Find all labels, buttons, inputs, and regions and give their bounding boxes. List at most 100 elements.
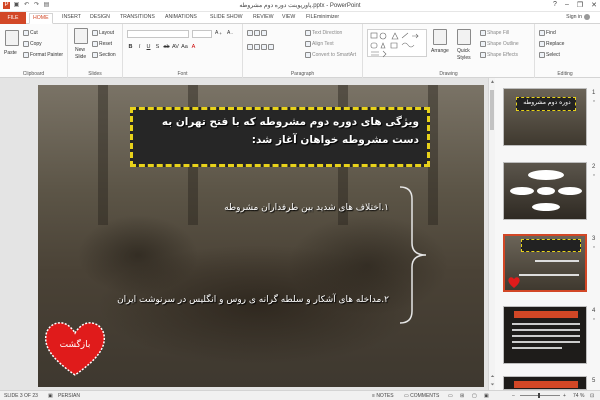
align-buttons[interactable] bbox=[247, 44, 274, 50]
font-color-button[interactable]: A bbox=[190, 44, 197, 50]
back-button-label[interactable]: بازگشت bbox=[42, 340, 108, 350]
slides-group: New Slide Layout Reset Section Slides bbox=[68, 24, 123, 78]
sign-in-label[interactable]: Sign in bbox=[566, 14, 582, 20]
slideshow-icon[interactable]: ▣ bbox=[484, 393, 489, 399]
convert-smartart-button[interactable]: Convert to SmartArt bbox=[305, 52, 356, 58]
section-button[interactable]: Section bbox=[92, 52, 116, 58]
new-slide-label-1[interactable]: New bbox=[75, 47, 85, 53]
restore-icon[interactable]: ❐ bbox=[577, 1, 583, 9]
cut-button[interactable]: Cut bbox=[23, 30, 38, 36]
slide-thumbnail-3[interactable] bbox=[503, 234, 587, 292]
strikethrough-button[interactable]: ab bbox=[163, 44, 170, 50]
find-button[interactable]: Find bbox=[539, 30, 556, 36]
font-size-dropdown[interactable] bbox=[192, 30, 212, 38]
thumb-number: 3 bbox=[592, 236, 596, 242]
arrange-label[interactable]: Arrange bbox=[431, 48, 449, 54]
arrange-icon[interactable] bbox=[433, 29, 447, 45]
bold-button[interactable]: B bbox=[127, 44, 134, 50]
slide-thumbnail-4[interactable] bbox=[503, 306, 587, 364]
zoom-out-icon[interactable]: – bbox=[512, 393, 515, 399]
grow-font-icon[interactable]: A + bbox=[215, 30, 222, 36]
slide-title-box[interactable]: ویژگی های دوره دوم مشروطه که با فتح تهرا… bbox=[130, 107, 430, 167]
quick-styles-label-2[interactable]: Styles bbox=[457, 55, 471, 61]
quick-styles-icon[interactable] bbox=[457, 29, 471, 45]
help-icon[interactable]: ? bbox=[553, 1, 557, 9]
shape-effects-button[interactable]: Shape Effects bbox=[480, 52, 518, 58]
slide-thumbnail-1[interactable]: دوره دوم مشروطه bbox=[503, 88, 587, 146]
paste-icon[interactable] bbox=[5, 30, 19, 46]
zoom-level[interactable]: 74 % bbox=[573, 393, 584, 399]
tab-slide-show[interactable]: SLIDE SHOW bbox=[210, 14, 243, 20]
shadow-button[interactable]: S bbox=[154, 44, 161, 50]
bullets-icon bbox=[247, 30, 253, 36]
language-indicator[interactable]: PERSIAN bbox=[58, 393, 80, 399]
new-slide-icon[interactable] bbox=[74, 28, 88, 44]
slide-thumbnail-2[interactable] bbox=[503, 162, 587, 220]
tab-transitions[interactable]: TRANSITIONS bbox=[120, 14, 155, 20]
search-icon bbox=[539, 30, 545, 36]
slide-canvas[interactable]: ویژگی های دوره دوم مشروطه که با فتح تهرا… bbox=[38, 85, 484, 387]
reading-view-icon[interactable]: ▢ bbox=[472, 393, 477, 399]
shrink-font-icon[interactable]: A- bbox=[227, 30, 233, 36]
minimize-icon[interactable]: – bbox=[565, 1, 569, 9]
slide-thumbnail-5[interactable] bbox=[503, 376, 587, 390]
notes-label: NOTES bbox=[376, 393, 394, 399]
sign-in[interactable]: Sign in bbox=[566, 14, 590, 20]
copy-button[interactable]: Copy bbox=[23, 41, 42, 47]
text-direction-label: Text Direction bbox=[312, 30, 343, 36]
drawing-group: Arrange Quick Styles Shape Fill Shape Ou… bbox=[363, 24, 535, 78]
change-case-button[interactable]: Aa bbox=[181, 44, 188, 50]
slide-point-1[interactable]: ۱.اختلاف های شدید بین طرفداران مشروطه bbox=[224, 203, 389, 213]
shapes-gallery[interactable] bbox=[367, 29, 427, 58]
layout-button[interactable]: Layout bbox=[92, 30, 114, 36]
layout-icon bbox=[92, 30, 98, 36]
paste-button[interactable]: Paste bbox=[4, 50, 17, 56]
paragraph-label: Paragraph bbox=[290, 71, 315, 77]
shape-outline-label: Shape Outline bbox=[487, 41, 519, 47]
zoom-slider-knob[interactable] bbox=[538, 393, 540, 398]
spellcheck-icon[interactable]: ▣ bbox=[48, 393, 53, 399]
shape-fill-button[interactable]: Shape Fill bbox=[480, 30, 509, 36]
spacing-button[interactable]: AV bbox=[172, 44, 179, 50]
thumb-number: 1 bbox=[592, 90, 596, 96]
slide-sorter-icon[interactable]: ⊞ bbox=[460, 393, 464, 399]
shape-outline-button[interactable]: Shape Outline bbox=[480, 41, 519, 47]
vertical-scrollbar[interactable]: ▲ ⏶ ⏷ bbox=[488, 78, 495, 390]
quick-styles-label-1[interactable]: Quick bbox=[457, 48, 470, 54]
replace-button[interactable]: Replace bbox=[539, 41, 564, 47]
close-icon[interactable]: ✕ bbox=[591, 1, 597, 9]
slides-label: Slides bbox=[88, 71, 102, 77]
text-direction-button[interactable]: Text Direction bbox=[305, 30, 342, 36]
italic-button[interactable]: I bbox=[136, 44, 143, 50]
shapes-icon bbox=[370, 32, 419, 58]
zoom-in-icon[interactable]: + bbox=[563, 393, 566, 399]
font-group: A + A- B I U S ab AV Aa A Font bbox=[123, 24, 243, 78]
tab-review[interactable]: REVIEW bbox=[253, 14, 273, 20]
new-slide-label-2[interactable]: Slide bbox=[75, 54, 86, 60]
replace-label: Replace bbox=[546, 41, 565, 47]
tab-design[interactable]: DESIGN bbox=[90, 14, 110, 20]
tab-animations[interactable]: ANIMATIONS bbox=[165, 14, 197, 20]
notes-button[interactable]: ≡ NOTES bbox=[372, 393, 394, 399]
comments-button[interactable]: ▭ COMMENTS bbox=[404, 393, 439, 399]
tab-home[interactable]: HOME bbox=[29, 13, 53, 24]
reset-button[interactable]: Reset bbox=[92, 41, 112, 47]
title-bar: P ▣ ↶ ↷ ▤ پاورپوینت دوره دوم مشروطه.pptx… bbox=[0, 0, 600, 12]
normal-view-icon[interactable]: ▭ bbox=[448, 393, 453, 399]
select-button[interactable]: Select bbox=[539, 52, 560, 58]
scissors-icon bbox=[23, 30, 29, 36]
fit-slide-icon[interactable]: ⊡ bbox=[590, 393, 594, 399]
tab-fileminimizer[interactable]: FILEminimizer bbox=[306, 14, 339, 20]
scrollbar-thumb[interactable] bbox=[490, 90, 494, 130]
font-name-dropdown[interactable] bbox=[127, 30, 189, 38]
format-painter-button[interactable]: Format Painter bbox=[23, 52, 63, 58]
align-text-button[interactable]: Align Text bbox=[305, 41, 334, 47]
tab-view[interactable]: VIEW bbox=[282, 14, 295, 20]
slide-point-2[interactable]: ۲.مداخله های آشکار و سلطه گرانه ی روس و … bbox=[117, 295, 389, 305]
zoom-slider[interactable] bbox=[520, 395, 560, 396]
tab-insert[interactable]: INSERT bbox=[62, 14, 81, 20]
tab-file[interactable]: FILE bbox=[0, 12, 26, 24]
editing-label: Editing bbox=[557, 71, 573, 77]
underline-button[interactable]: U bbox=[145, 44, 152, 50]
bullets-button[interactable] bbox=[247, 30, 267, 36]
